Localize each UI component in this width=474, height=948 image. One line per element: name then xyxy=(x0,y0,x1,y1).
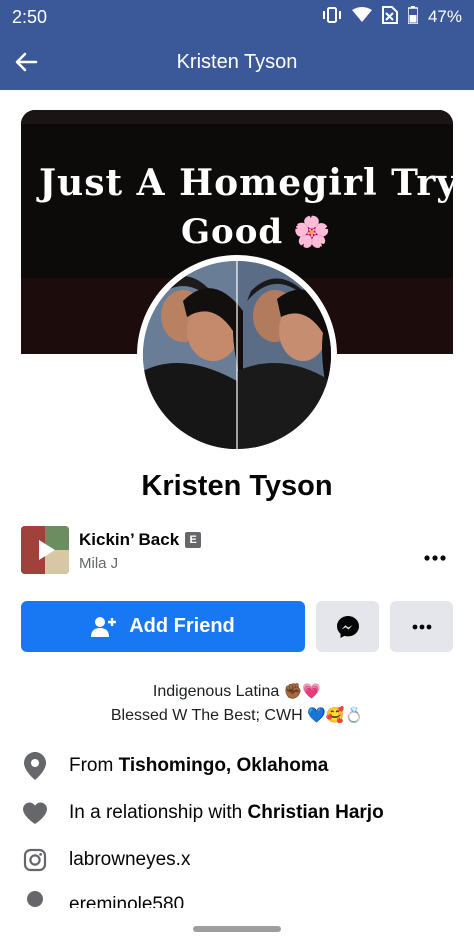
hometown-place[interactable]: Tishomingo, Oklahoma xyxy=(119,755,329,777)
wifi-icon xyxy=(351,6,372,28)
bio-line2: Blessed W The Best; CWH 💙🥰💍 xyxy=(0,704,474,728)
album-art[interactable] xyxy=(21,526,69,574)
no-sim-icon xyxy=(381,5,398,29)
more-horizontal-icon xyxy=(412,624,431,629)
more-actions-button[interactable] xyxy=(390,601,453,652)
back-arrow-icon xyxy=(15,52,38,72)
more-horizontal-icon xyxy=(424,555,446,561)
profile-bio: Indigenous Latina ✊🏾💗 Blessed W The Best… xyxy=(0,680,474,728)
detail-relationship: In a relationship with Christian Harjo xyxy=(21,796,461,830)
hometown-prefix: From xyxy=(69,755,114,776)
album-art-image xyxy=(21,526,69,574)
location-pin-icon xyxy=(21,752,49,780)
profile-avatar[interactable] xyxy=(137,255,337,455)
battery-icon xyxy=(407,5,419,29)
system-nav-bar xyxy=(0,908,474,948)
cover-top-stripe xyxy=(21,110,453,124)
song-title: Kickin’ Back xyxy=(79,530,180,549)
app-bar: Kristen Tyson xyxy=(0,34,474,90)
add-friend-button[interactable]: Add Friend xyxy=(21,601,305,652)
detail-instagram[interactable]: labrowneyes.x xyxy=(21,843,461,877)
add-friend-label: Add Friend xyxy=(129,615,235,637)
song-title-row: Kickin’ Back E xyxy=(79,530,202,550)
bio-line1: Indigenous Latina ✊🏾💗 xyxy=(0,680,474,704)
app-bar-title: Kristen Tyson xyxy=(176,50,298,73)
instagram-handle[interactable]: labrowneyes.x xyxy=(69,849,190,871)
cover-text-line2: Good 🌸 xyxy=(181,212,332,252)
cutoff-detail-text: ereminole580 xyxy=(69,894,185,908)
status-icons: 47% xyxy=(322,5,462,29)
heart-icon xyxy=(21,799,49,827)
bio-line1-text: Indigenous Latina xyxy=(152,683,280,700)
battery-percent: 47% xyxy=(427,7,462,26)
profile-screen: 2:50 47% Kristen Tyson Just A Homegirl T… xyxy=(0,0,474,948)
user-icon xyxy=(21,890,49,908)
profile-photo-image xyxy=(143,261,331,449)
song-more-button[interactable] xyxy=(419,542,451,574)
cover-text-line1: Just A Homegirl Tryna D xyxy=(39,162,453,204)
status-bar: 2:50 47% xyxy=(0,0,474,34)
back-button[interactable] xyxy=(0,34,52,90)
message-button[interactable] xyxy=(316,601,379,652)
instagram-icon xyxy=(21,846,49,874)
song-artist: Mila J xyxy=(79,555,119,572)
status-time: 2:50 xyxy=(12,6,48,27)
relationship-partner[interactable]: Christian Harjo xyxy=(248,802,384,824)
explicit-badge: E xyxy=(185,532,202,548)
home-gesture-handle[interactable] xyxy=(193,926,281,932)
detail-cutoff: ereminole580 xyxy=(21,890,461,908)
bio-line1-emoji: ✊🏾💗 xyxy=(283,683,322,700)
profile-photo xyxy=(143,261,331,449)
cover-text-line2-word: Good xyxy=(181,212,284,252)
messenger-icon xyxy=(336,615,359,638)
bio-line2-emoji: 💙🥰💍 xyxy=(307,707,364,724)
profile-name: Kristen Tyson xyxy=(141,470,333,502)
detail-hometown: From Tishomingo, Oklahoma xyxy=(21,749,461,783)
profile-song[interactable]: Kickin’ Back E Mila J xyxy=(21,524,453,580)
bio-line2-text: Blessed W The Best; CWH xyxy=(110,707,303,724)
cover-flower-emoji: 🌸 xyxy=(293,214,332,250)
add-friend-icon xyxy=(91,616,117,637)
vibrate-icon xyxy=(322,6,342,29)
profile-actions: Add Friend xyxy=(21,601,453,652)
relationship-prefix: In a relationship with xyxy=(69,802,243,823)
